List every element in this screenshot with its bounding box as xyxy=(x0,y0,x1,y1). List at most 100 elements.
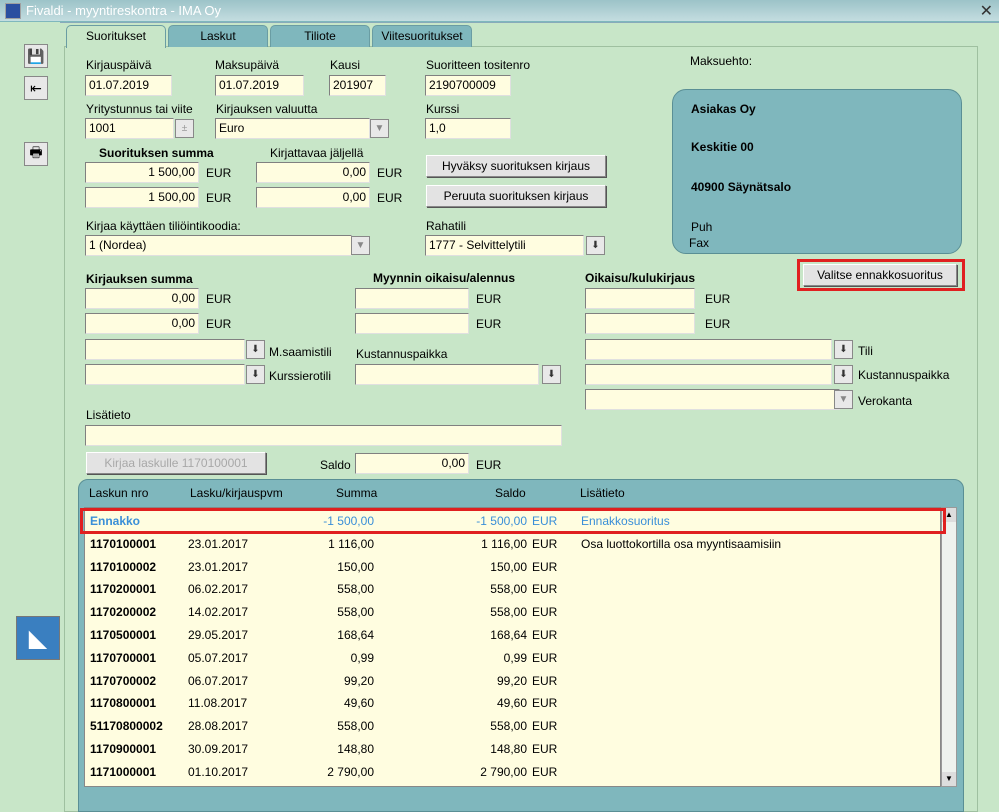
tab-laskut[interactable]: Laskut xyxy=(168,25,268,47)
col-header-lisatieto: Lisätieto xyxy=(580,486,625,500)
tiliointi-chevron-down-icon[interactable]: ▼ xyxy=(351,236,370,255)
kustannuspaikka-dropdown-icon[interactable]: ⬇ xyxy=(542,365,561,384)
tositenro-input[interactable]: 2190700009 xyxy=(425,75,511,96)
kulukirjaus-input[interactable] xyxy=(585,288,695,309)
col-header-summa: Summa xyxy=(336,486,378,500)
grid-cell-saldo: 558,00 xyxy=(490,605,527,620)
table-row[interactable]: 51170800002 28.08.2017 558,00 558,00 EUR xyxy=(85,715,942,738)
rahatili-dropdown-icon[interactable]: ⬇ xyxy=(586,236,605,255)
verokanta-select[interactable] xyxy=(585,389,840,410)
grid-cell-nro: 1170100001 xyxy=(90,536,157,551)
kirjaa-laskulle-button[interactable]: Kirjaa laskulle 1170100001 xyxy=(86,452,266,474)
kulukirjaus-eur-input[interactable] xyxy=(585,313,695,334)
grid-scrollbar[interactable]: ▲ ▼ xyxy=(941,507,957,787)
eur-label: EUR xyxy=(206,166,232,180)
grid-cell-summa: 558,00 xyxy=(337,605,374,620)
grid-cell-cur: EUR xyxy=(532,559,558,574)
grid-cell-saldo: 99,20 xyxy=(496,673,527,688)
suor-summa-input[interactable]: 1 500,00 xyxy=(85,162,199,183)
customer-street: Keskitie 00 xyxy=(691,140,754,154)
table-row[interactable]: 1170200001 06.02.2017 558,00 558,00 EUR xyxy=(85,578,942,601)
maksupaiva-input[interactable]: 01.07.2019 xyxy=(215,75,304,96)
grid-cell-cur: EUR xyxy=(532,742,558,756)
eur-label: EUR xyxy=(206,317,232,331)
kustannuspaikka2-input[interactable] xyxy=(585,364,832,385)
eur-label: EUR xyxy=(377,191,403,205)
ytunnus-input[interactable]: 1001 xyxy=(85,118,174,139)
kurssierotili-input[interactable] xyxy=(85,364,245,385)
kustannuspaikka-input[interactable] xyxy=(355,364,539,385)
grid-cell-nro: 1171000001 xyxy=(90,764,157,779)
grid-cell-info: Osa luottokortilla osa myyntisaamisiin xyxy=(581,536,782,551)
grid-cell-cur: EUR xyxy=(532,673,558,688)
table-row[interactable]: 1170800001 11.08.2017 49,60 49,60 EUR xyxy=(85,692,942,715)
grid-cell-summa: 150,00 xyxy=(337,559,374,574)
kurssi-input[interactable]: 1,0 xyxy=(425,118,511,139)
tili-input[interactable] xyxy=(585,339,832,360)
grid-cell-saldo: 168,64 xyxy=(490,628,527,642)
grid-cell-cur: EUR xyxy=(532,650,558,665)
table-row[interactable]: 1170500001 29.05.2017 168,64 168,64 EUR xyxy=(85,624,942,647)
fivaldi-logo-icon[interactable]: ◣ xyxy=(16,616,60,660)
window-title: Fivaldi - myyntireskontra - IMA Oy xyxy=(26,3,222,18)
kirjauspaiva-input[interactable]: 01.07.2019 xyxy=(85,75,172,96)
verokanta-chevron-down-icon[interactable]: ▼ xyxy=(834,390,853,409)
grid-cell-pvm: 28.08.2017 xyxy=(188,719,249,734)
hyvaksy-button[interactable]: Hyväksy suorituksen kirjaus xyxy=(426,155,606,177)
grid-cell-pvm: 06.02.2017 xyxy=(188,582,249,597)
msaamistili-input[interactable] xyxy=(85,339,245,360)
kausi-input[interactable]: 201907 xyxy=(329,75,386,96)
table-row[interactable]: 1170100001 23.01.2017 1 116,00 1 116,00 EUR O… xyxy=(85,533,942,556)
eur-label: EUR xyxy=(377,166,403,180)
grid-cell-saldo: 1 116,00 xyxy=(481,536,527,551)
peruuta-button[interactable]: Peruuta suorituksen kirjaus xyxy=(426,185,606,207)
tab-viitesuoritukset[interactable]: Viitesuoritukset xyxy=(372,25,472,47)
kirjattavaa-label: Kirjattavaa jäljellä xyxy=(270,146,364,160)
rahatili-input[interactable]: 1777 - Selvittelytili xyxy=(425,235,584,256)
table-row[interactable]: 1170700001 05.07.2017 0,99 0,99 EUR xyxy=(85,647,942,670)
table-row[interactable]: 1170700002 06.07.2017 99,20 99,20 EUR xyxy=(85,670,942,693)
lisatieto-input[interactable] xyxy=(85,425,562,446)
ytunnus-dropdown-icon[interactable]: ± xyxy=(175,119,194,138)
save-icon[interactable]: 💾 xyxy=(24,44,48,68)
exit-icon[interactable]: ⇤ xyxy=(24,76,48,100)
grid-cell-summa: 99,20 xyxy=(343,673,374,688)
table-row[interactable]: 1171000001 01.10.2017 2 790,00 2 790,00 EUR xyxy=(85,761,942,784)
table-row[interactable]: 1170900001 30.09.2017 148,80 148,80 EUR xyxy=(85,738,942,761)
grid-cell-saldo: 0,99 xyxy=(503,650,527,665)
tab-suoritukset[interactable]: Suoritukset xyxy=(66,25,166,48)
grid-cell-cur: EUR xyxy=(532,696,558,711)
grid-cell-cur: EUR xyxy=(532,536,558,551)
valuutta-chevron-down-icon[interactable]: ▼ xyxy=(370,119,389,138)
tab-tiliote[interactable]: Tiliote xyxy=(270,25,370,47)
msaamistili-dropdown-icon[interactable]: ⬇ xyxy=(246,340,265,359)
grid-cell-saldo: 558,00 xyxy=(490,582,527,597)
kustannuspaikka-label: Kustannuspaikka xyxy=(356,347,448,361)
kurssierotili-dropdown-icon[interactable]: ⬇ xyxy=(246,365,265,384)
close-icon[interactable]: ✕ xyxy=(980,1,993,21)
valitse-ennakko-button[interactable]: Valitse ennakkosuoritus xyxy=(803,264,957,286)
eur-label: EUR xyxy=(476,458,502,472)
tili-label: Tili xyxy=(858,344,873,358)
grid-cell-saldo: 150,00 xyxy=(490,559,527,574)
customer-name: Asiakas Oy xyxy=(691,102,756,116)
scroll-down-icon[interactable]: ▼ xyxy=(942,772,956,786)
table-row[interactable]: 1170100002 23.01.2017 150,00 150,00 EUR xyxy=(85,556,942,579)
kirjattavaa-input: 0,00 xyxy=(256,162,370,183)
grid-cell-pvm: 14.02.2017 xyxy=(188,605,249,620)
kirj-summa-input[interactable]: 0,00 xyxy=(85,288,199,309)
kustannuspaikka2-dropdown-icon[interactable]: ⬇ xyxy=(834,365,853,384)
print-icon[interactable]: 🖶 xyxy=(24,142,48,166)
grid-cell-nro: 1170500001 xyxy=(90,628,157,642)
table-row[interactable]: 1170200002 14.02.2017 558,00 558,00 EUR xyxy=(85,601,942,624)
oikaisu-label: Myynnin oikaisu/alennus xyxy=(373,271,516,285)
tili-dropdown-icon[interactable]: ⬇ xyxy=(834,340,853,359)
kirjauspaiva-label: Kirjauspäivä xyxy=(86,58,152,72)
valuutta-select[interactable]: Euro xyxy=(215,118,370,139)
oikaisu-eur-input[interactable] xyxy=(355,313,469,334)
grid-cell-summa: 168,64 xyxy=(337,628,374,642)
tiliointi-select[interactable]: 1 (Nordea) xyxy=(85,235,352,256)
customer-fax-label: Fax xyxy=(689,236,710,250)
ytunnus-label: Yritystunnus tai viite xyxy=(86,102,193,116)
oikaisu-input[interactable] xyxy=(355,288,469,309)
